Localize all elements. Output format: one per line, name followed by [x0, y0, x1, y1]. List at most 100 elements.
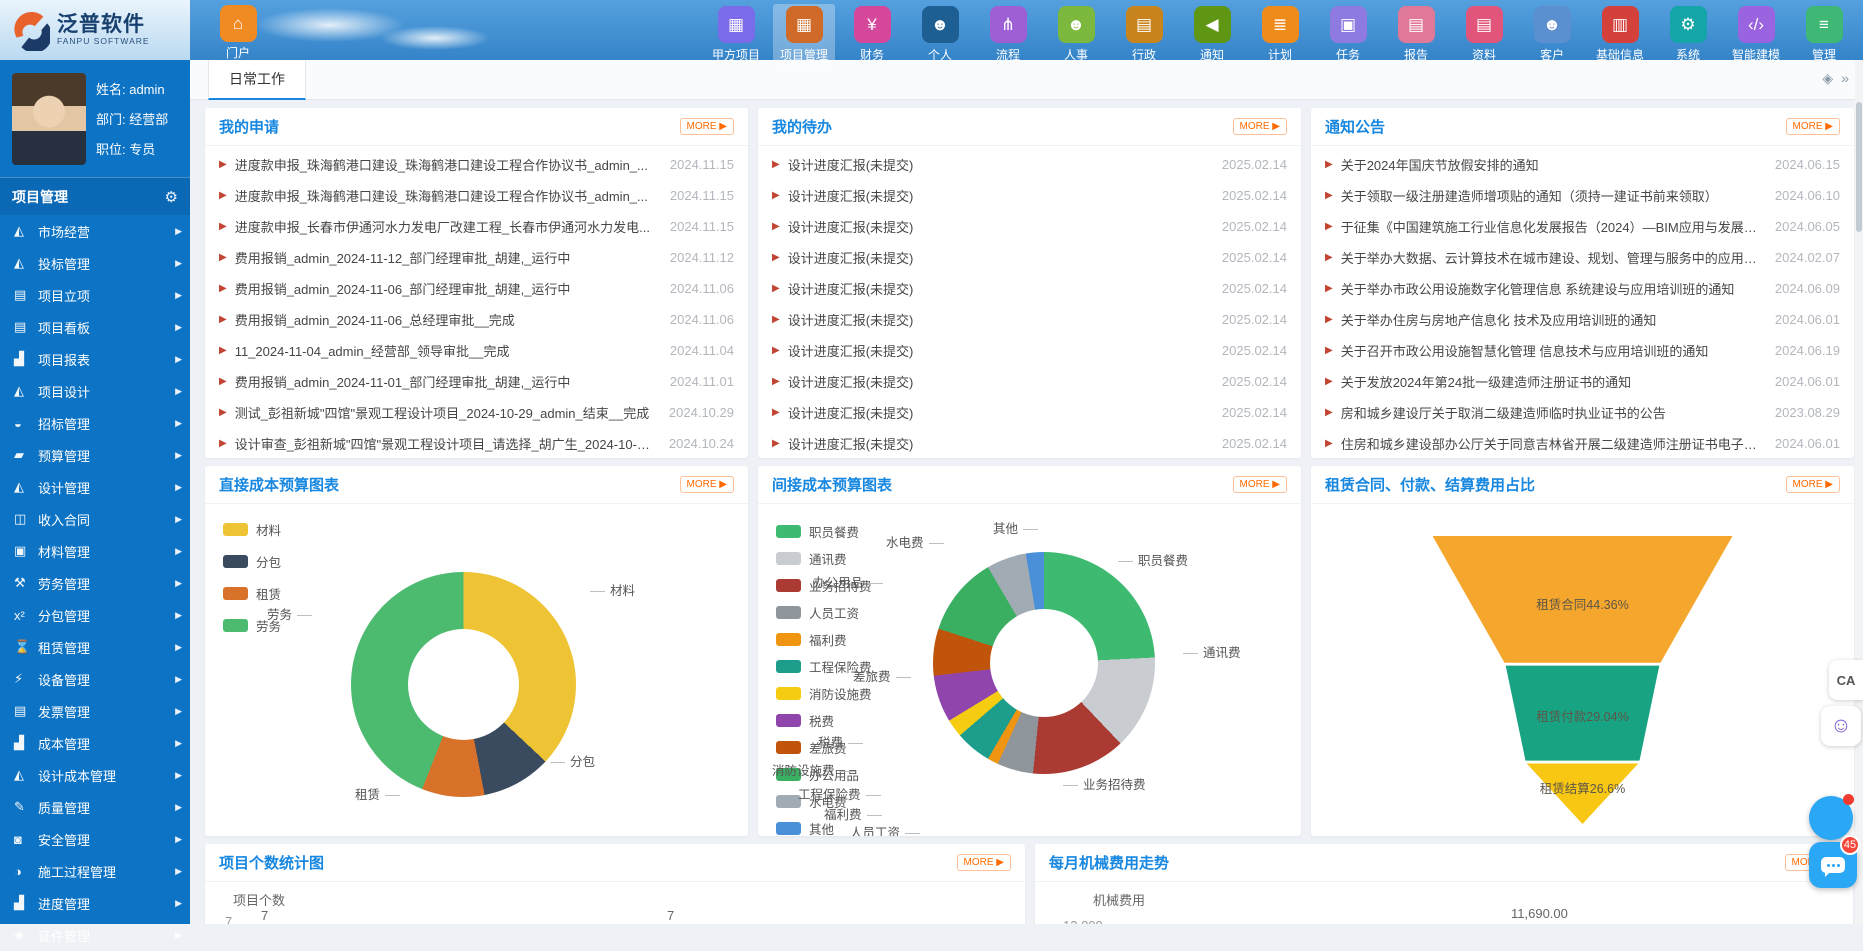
list-item[interactable]: ▶ 关于2024年国庆节放假安排的通知 2024.06.15 [1325, 149, 1840, 180]
list-item[interactable]: ▶ 关于领取一级注册建造师增项贴的通知（须持一建证书前来领取） 2024.06.… [1325, 180, 1840, 211]
list-item[interactable]: ▶ 设计进度汇报(未提交) 2025.02.14 [772, 397, 1287, 428]
nav-item-个人[interactable]: ☻ 个人 [909, 4, 971, 66]
list-item[interactable]: ▶ 关于举办大数据、云计算技术在城市建设、规划、管理与服务中的应用培训班... … [1325, 242, 1840, 273]
nav-item-项目管理[interactable]: ▦ 项目管理 [773, 4, 835, 66]
legend-item[interactable]: 税费 [776, 711, 872, 730]
nav-item-流程[interactable]: ⋔ 流程 [977, 4, 1039, 66]
legend-item[interactable]: 分包 [223, 552, 281, 571]
legend-item[interactable]: 消防设施费 [776, 684, 872, 703]
legend-item[interactable]: 通讯费 [776, 549, 872, 568]
assistant-icon[interactable]: ☺ [1821, 706, 1861, 746]
legend-item[interactable]: 租赁 [223, 584, 281, 603]
nav-item-计划[interactable]: ≣ 计划 [1249, 4, 1311, 66]
list-item[interactable]: ▶ 关于发放2024年第24批一级建造师注册证书的通知 2024.06.01 [1325, 366, 1840, 397]
nav-item-系统[interactable]: ⚙ 系统 [1657, 4, 1719, 66]
list-item[interactable]: ▶ 房和城乡建设厅关于取消二级建造师临时执业证书的公告 2023.08.29 [1325, 397, 1840, 428]
sidebar-item-成本管理[interactable]: ▟ 成本管理 ▶ [0, 727, 190, 759]
chat-bubble-icon[interactable]: 45 [1809, 842, 1857, 888]
sidebar-item-劳务管理[interactable]: ⚒ 劳务管理 ▶ [0, 567, 190, 599]
bullet-icon: ▶ [219, 407, 227, 418]
sidebar-item-市场经营[interactable]: ◭ 市场经营 ▶ [0, 215, 190, 247]
nav-item-portal[interactable]: ⌂ 门户 [210, 5, 266, 61]
sidebar-item-进度管理[interactable]: ▟ 进度管理 ▶ [0, 887, 190, 919]
sidebar-item-项目看板[interactable]: ▤ 项目看板 ▶ [0, 311, 190, 343]
sidebar-item-施工过程管理[interactable]: ◑ 施工过程管理 ▶ [0, 855, 190, 887]
legend-swatch [223, 555, 248, 568]
user-dept: 部门: 经营部 [96, 105, 168, 135]
more-button[interactable]: MORE ▶ [680, 476, 734, 493]
float-notification-button[interactable] [1809, 796, 1853, 840]
legend-item[interactable]: 材料 [223, 520, 281, 539]
float-ca-button[interactable]: CA [1829, 660, 1863, 700]
sidebar-item-设计管理[interactable]: ◭ 设计管理 ▶ [0, 471, 190, 503]
nav-item-任务[interactable]: ▣ 任务 [1317, 4, 1379, 66]
more-button[interactable]: MORE ▶ [680, 118, 734, 135]
nav-item-智能建模[interactable]: ‹/› 智能建模 [1725, 4, 1787, 66]
nav-item-管理[interactable]: ≡ 管理 [1793, 4, 1855, 66]
more-button[interactable]: MORE ▶ [957, 854, 1011, 871]
scrollbar-thumb[interactable] [1856, 102, 1862, 232]
sidebar-item-质量管理[interactable]: ✎ 质量管理 ▶ [0, 791, 190, 823]
more-button[interactable]: MORE ▶ [1786, 476, 1840, 493]
list-item[interactable]: ▶ 住房和城乡建设部办公厅关于同意吉林省开展二级建造师注册证书电子化试点... … [1325, 428, 1840, 458]
sidebar-item-分包管理[interactable]: x² 分包管理 ▶ [0, 599, 190, 631]
nav-item-基础信息[interactable]: ▥ 基础信息 [1589, 4, 1651, 66]
nav-item-人事[interactable]: ☻ 人事 [1045, 4, 1107, 66]
more-button[interactable]: MORE ▶ [1233, 476, 1287, 493]
sidebar-item-预算管理[interactable]: ▰ 预算管理 ▶ [0, 439, 190, 471]
list-item[interactable]: ▶ 关于举办市政公用设施数字化管理信息 系统建设与应用培训班的通知 2024.0… [1325, 273, 1840, 304]
nav-item-通知[interactable]: ◀ 通知 [1181, 4, 1243, 66]
sidebar-item-项目立项[interactable]: ▤ 项目立项 ▶ [0, 279, 190, 311]
sidebar-item-招标管理[interactable]: ◒ 招标管理 ▶ [0, 407, 190, 439]
list-item[interactable]: ▶ 设计进度汇报(未提交) 2025.02.14 [772, 211, 1287, 242]
list-item[interactable]: ▶ 设计进度汇报(未提交) 2025.02.14 [772, 273, 1287, 304]
sidebar-item-发票管理[interactable]: ▤ 发票管理 ▶ [0, 695, 190, 727]
list-item[interactable]: ▶ 设计进度汇报(未提交) 2025.02.14 [772, 180, 1287, 211]
more-button[interactable]: MORE ▶ [1786, 118, 1840, 135]
list-item[interactable]: ▶ 设计进度汇报(未提交) 2025.02.14 [772, 366, 1287, 397]
list-item[interactable]: ▶ 进度款申报_珠海鹤港口建设_珠海鹤港口建设工程合作协议书_admin_...… [219, 180, 734, 211]
list-item[interactable]: ▶ 费用报销_admin_2024-11-06_总经理审批__完成 2024.1… [219, 304, 734, 335]
legend-item[interactable]: 人员工资 [776, 603, 872, 622]
list-item[interactable]: ▶ 测试_彭祖新城"四馆"景观工程设计项目_2024-10-29_admin_结… [219, 397, 734, 428]
list-item[interactable]: ▶ 设计进度汇报(未提交) 2025.02.14 [772, 304, 1287, 335]
sidebar-item-项目报表[interactable]: ▟ 项目报表 ▶ [0, 343, 190, 375]
list-item[interactable]: ▶ 进度款申报_珠海鹤港口建设_珠海鹤港口建设工程合作协议书_admin_...… [219, 149, 734, 180]
settings-gear-icon[interactable]: ⚙ [165, 188, 178, 206]
list-item[interactable]: ▶ 设计进度汇报(未提交) 2025.02.14 [772, 149, 1287, 180]
nav-item-客户[interactable]: ☻ 客户 [1521, 4, 1583, 66]
panel-title: 我的申请 [219, 116, 279, 137]
more-button[interactable]: MORE ▶ [1233, 118, 1287, 135]
list-item[interactable]: ▶ 费用报销_admin_2024-11-12_部门经理审批_胡建,_运行中 2… [219, 242, 734, 273]
list-item[interactable]: ▶ 设计进度汇报(未提交) 2025.02.14 [772, 242, 1287, 273]
item-date: 2025.02.14 [1222, 157, 1287, 172]
list-item[interactable]: ▶ 进度款申报_长春市伊通河水力发电厂改建工程_长春市伊通河水力发电... 20… [219, 211, 734, 242]
list-item[interactable]: ▶ 费用报销_admin_2024-11-06_部门经理审批_胡建,_运行中 2… [219, 273, 734, 304]
collapse-icon[interactable]: » [1841, 70, 1849, 87]
list-item[interactable]: ▶ 11_2024-11-04_admin_经营部_领导审批__完成 2024.… [219, 335, 734, 366]
sidebar-item-投标管理[interactable]: ◭ 投标管理 ▶ [0, 247, 190, 279]
sidebar-item-收入合同[interactable]: ◫ 收入合同 ▶ [0, 503, 190, 535]
sidebar-item-租赁管理[interactable]: ⌛ 租赁管理 ▶ [0, 631, 190, 663]
nav-item-资料[interactable]: ▤ 资料 [1453, 4, 1515, 66]
sidebar-item-安全管理[interactable]: ◙ 安全管理 ▶ [0, 823, 190, 855]
legend-item[interactable]: 福利费 [776, 630, 872, 649]
nav-item-报告[interactable]: ▤ 报告 [1385, 4, 1447, 66]
nav-item-财务[interactable]: ¥ 财务 [841, 4, 903, 66]
nav-item-行政[interactable]: ▤ 行政 [1113, 4, 1175, 66]
list-item[interactable]: ▶ 设计进度汇报(未提交) 2025.02.14 [772, 428, 1287, 458]
list-item[interactable]: ▶ 关于举办住房与房地产信息化 技术及应用培训班的通知 2024.06.01 [1325, 304, 1840, 335]
list-item[interactable]: ▶ 设计进度汇报(未提交) 2025.02.14 [772, 335, 1287, 366]
sidebar-item-项目设计[interactable]: ◭ 项目设计 ▶ [0, 375, 190, 407]
tab-daily-work[interactable]: 日常工作 [208, 60, 306, 100]
key-icon[interactable]: ◈ [1822, 70, 1833, 87]
sidebar-item-材料管理[interactable]: ▣ 材料管理 ▶ [0, 535, 190, 567]
list-item[interactable]: ▶ 费用报销_admin_2024-11-01_部门经理审批_胡建,_运行中 2… [219, 366, 734, 397]
sidebar-item-设计成本管理[interactable]: ◭ 设计成本管理 ▶ [0, 759, 190, 791]
sidebar-item-设备管理[interactable]: ⚡ 设备管理 ▶ [0, 663, 190, 695]
list-item[interactable]: ▶ 于征集《中国建筑施工行业信息化发展报告（2024）—BIM应用与发展》材料.… [1325, 211, 1840, 242]
legend-item[interactable]: 职员餐费 [776, 522, 872, 541]
list-item[interactable]: ▶ 设计审查_彭祖新城"四馆"景观工程设计项目_请选择_胡广生_2024-10-… [219, 428, 734, 458]
nav-item-甲方项目[interactable]: ▦ 甲方项目 [705, 4, 767, 66]
list-item[interactable]: ▶ 关于召开市政公用设施智慧化管理 信息技术与应用培训班的通知 2024.06.… [1325, 335, 1840, 366]
